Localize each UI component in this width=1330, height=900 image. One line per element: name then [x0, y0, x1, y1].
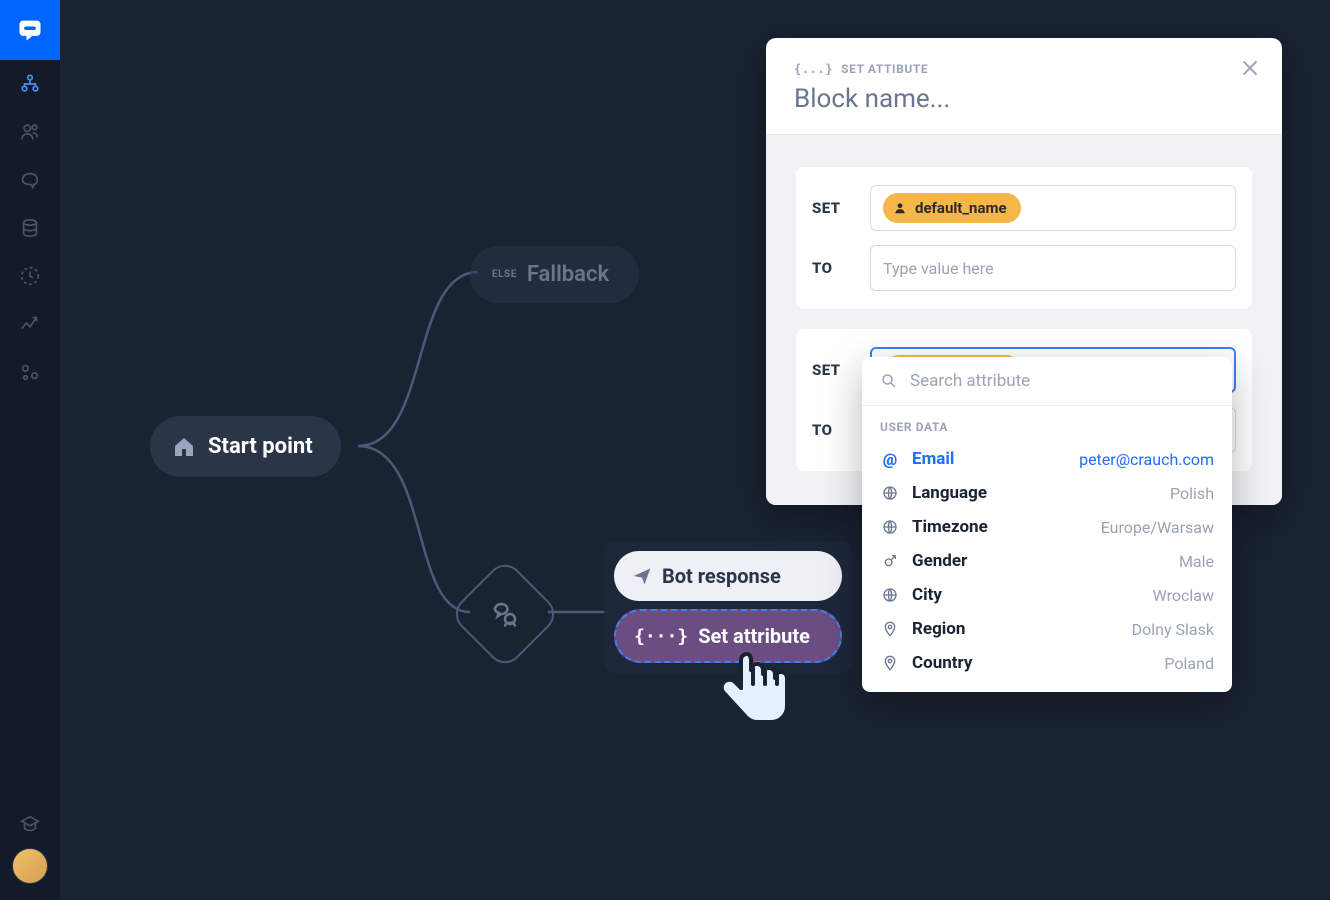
dropdown-item-icon: [880, 621, 900, 637]
node-start[interactable]: Start point: [150, 416, 341, 477]
else-badge: ELSE: [492, 269, 517, 280]
dropdown-item-name: Gender: [912, 551, 1167, 571]
dropdown-item-value: Poland: [1164, 654, 1214, 673]
pill-bot-label: Bot response: [662, 564, 781, 588]
dropdown-item[interactable]: Gender Male: [862, 544, 1232, 578]
nav-history-icon[interactable]: [0, 252, 60, 300]
dropdown-item[interactable]: @ Email peter@crauch.com: [862, 442, 1232, 476]
chat-users-icon: [490, 599, 520, 629]
set-card-1: SET default_name TO: [796, 167, 1252, 309]
to-label: TO: [812, 259, 852, 277]
braces-icon: {···}: [634, 626, 688, 647]
dropdown-item-name: Timezone: [912, 517, 1089, 537]
attribute-dropdown: USER DATA @ Email peter@crauch.com Language…: [862, 357, 1232, 692]
search-icon: [880, 372, 898, 390]
dropdown-item[interactable]: Timezone Europe/Warsaw: [862, 510, 1232, 544]
node-fallback[interactable]: ELSE Fallback: [470, 246, 639, 303]
close-button[interactable]: [1240, 58, 1260, 82]
value-input-1[interactable]: [883, 259, 1223, 278]
dropdown-item-icon: @: [880, 450, 900, 469]
braces-icon: {...}: [794, 62, 833, 76]
side-panel: {...} SET ATTIBUTE SET default_name TO: [766, 38, 1282, 505]
dropdown-section-label: USER DATA: [862, 406, 1232, 438]
dropdown-item-value: Wroclaw: [1153, 586, 1214, 605]
dropdown-item-name: Region: [912, 619, 1120, 639]
dropdown-item-icon: [880, 553, 900, 569]
sidebar: [0, 0, 60, 900]
panel-header: {...} SET ATTIBUTE: [766, 38, 1282, 135]
dropdown-item[interactable]: Country Poland: [862, 646, 1232, 680]
dropdown-item-icon: [880, 485, 900, 501]
dropdown-item-icon: [880, 587, 900, 603]
nav-help-icon[interactable]: [0, 800, 60, 848]
avatar[interactable]: [12, 848, 48, 884]
person-icon: [893, 201, 907, 215]
pill-bot-response[interactable]: Bot response: [614, 551, 842, 601]
dropdown-search-input[interactable]: [910, 371, 1214, 391]
attribute-field-1[interactable]: default_name: [870, 185, 1236, 231]
nav-flow-icon[interactable]: [0, 60, 60, 108]
dropdown-item-icon: [880, 519, 900, 535]
dropdown-item-value: peter@crauch.com: [1079, 450, 1214, 469]
value-field-1[interactable]: [870, 245, 1236, 291]
node-start-label: Start point: [208, 434, 313, 459]
chip-default-name[interactable]: default_name: [883, 193, 1021, 223]
dropdown-search-row: [862, 357, 1232, 406]
dropdown-item-value: Polish: [1170, 484, 1214, 503]
dropdown-item-value: Dolny Slask: [1132, 620, 1214, 639]
dropdown-item-name: City: [912, 585, 1141, 605]
home-icon: [172, 435, 196, 459]
panel-crumb-text: SET ATTIBUTE: [841, 62, 928, 76]
nav-brain-icon[interactable]: [0, 156, 60, 204]
dropdown-item[interactable]: Region Dolny Slask: [862, 612, 1232, 646]
node-fallback-label: Fallback: [527, 262, 609, 287]
node-condition[interactable]: [448, 557, 561, 670]
cursor-hand-icon: [705, 644, 805, 754]
nav-users-icon[interactable]: [0, 108, 60, 156]
dropdown-item-value: Europe/Warsaw: [1101, 518, 1214, 537]
nav-analytics-icon[interactable]: [0, 300, 60, 348]
panel-body: SET default_name TO SET: [766, 135, 1282, 505]
set-label: SET: [812, 361, 852, 379]
nav-integrations-icon[interactable]: [0, 348, 60, 396]
set-label: SET: [812, 199, 852, 217]
dropdown-item-name: Language: [912, 483, 1158, 503]
app-logo[interactable]: [0, 0, 60, 60]
block-name-input[interactable]: [794, 84, 1254, 114]
dropdown-item[interactable]: City Wroclaw: [862, 578, 1232, 612]
send-icon: [632, 566, 652, 586]
to-label: TO: [812, 421, 852, 439]
dropdown-item-name: Email: [912, 449, 1067, 469]
dropdown-item-value: Male: [1179, 552, 1214, 571]
dropdown-list: @ Email peter@crauch.com Language Polish Time…: [862, 438, 1232, 692]
chip-text: default_name: [915, 199, 1007, 217]
dropdown-item-name: Country: [912, 653, 1152, 673]
dropdown-item-icon: [880, 655, 900, 671]
panel-breadcrumb: {...} SET ATTIBUTE: [794, 62, 1254, 76]
dropdown-item[interactable]: Language Polish: [862, 476, 1232, 510]
nav-database-icon[interactable]: [0, 204, 60, 252]
